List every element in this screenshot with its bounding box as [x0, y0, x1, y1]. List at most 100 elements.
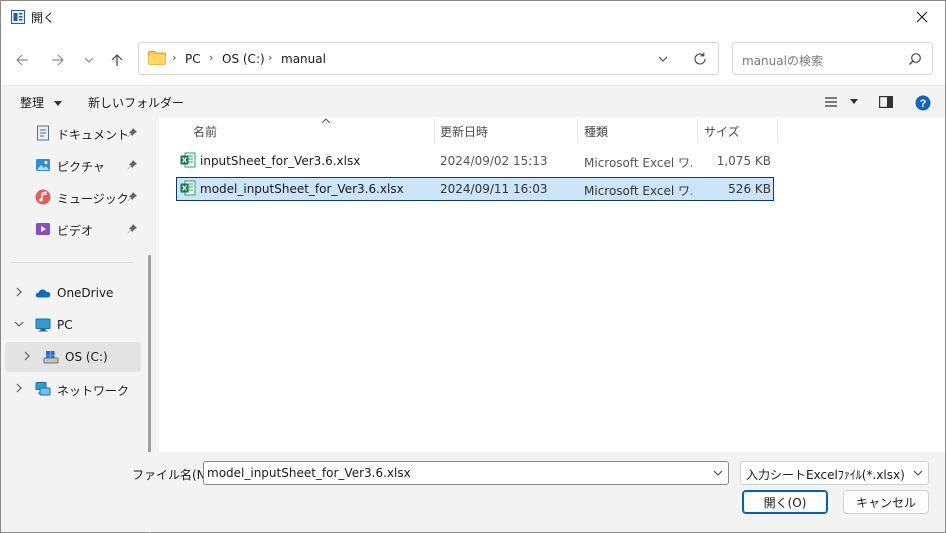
search-placeholder: manualの検索	[742, 54, 823, 68]
sidebar-item-label: OS (C:)	[65, 350, 108, 364]
filename-field[interactable]: model_inputSheet_for_Ver3.6.xlsx	[203, 461, 729, 485]
back-arrow-icon	[16, 54, 28, 66]
pc-icon	[35, 318, 51, 332]
file-type-value: 入力シートExcelﾌｧｲﾙ(*.xlsx)	[746, 468, 905, 482]
back-button[interactable]	[12, 50, 32, 70]
file-size: 526 KB	[728, 182, 771, 196]
file-size: 1,075 KB	[716, 154, 771, 168]
column-header-label: 種類	[584, 125, 609, 139]
list-view-icon	[825, 97, 837, 107]
music-icon	[35, 189, 51, 205]
file-type-select[interactable]: 入力シートExcelﾌｧｲﾙ(*.xlsx)	[740, 461, 929, 485]
network-icon	[35, 382, 51, 396]
breadcrumb-separator-icon: ›	[172, 51, 177, 64]
caret-down-icon	[850, 99, 858, 104]
up-arrow-icon	[111, 54, 123, 66]
sidebar-item-os-drive[interactable]: OS (C:)	[5, 342, 141, 372]
filename-value: model_inputSheet_for_Ver3.6.xlsx	[207, 466, 411, 480]
close-icon	[916, 11, 928, 23]
column-divider[interactable]	[777, 119, 778, 143]
forward-button[interactable]	[48, 50, 68, 70]
recent-locations-button[interactable]	[79, 50, 99, 70]
file-row-selected[interactable]: model_inputSheet_for_Ver3.6.xlsx 2024/09…	[176, 177, 774, 201]
chevron-down-icon[interactable]	[712, 467, 724, 479]
column-header-type[interactable]: 種類	[578, 117, 696, 143]
column-header-name[interactable]: 名前	[176, 117, 434, 143]
sidebar-item-onedrive[interactable]: OneDrive	[1, 278, 141, 308]
drive-icon	[43, 351, 59, 364]
up-button[interactable]	[107, 50, 127, 70]
chevron-down-icon[interactable]	[656, 52, 670, 66]
file-date: 2024/09/02 15:13	[440, 154, 548, 168]
pin-icon[interactable]	[127, 128, 137, 138]
pin-icon[interactable]	[127, 224, 137, 234]
open-button[interactable]: 開く(O)	[742, 490, 828, 514]
file-name: inputSheet_for_Ver3.6.xlsx	[200, 154, 361, 168]
sidebar-item-music[interactable]: ミュージック	[1, 182, 141, 212]
dialog-footer: ファイル名(N): model_inputSheet_for_Ver3.6.xl…	[1, 452, 945, 532]
chevron-right-icon[interactable]	[22, 351, 32, 361]
pin-icon[interactable]	[127, 192, 137, 202]
file-type: Microsoft Excel ワ...	[584, 156, 692, 170]
column-header-label: 更新日時	[440, 125, 489, 139]
sidebar-item-label: ビデオ	[57, 224, 94, 238]
sidebar-item-pc[interactable]: PC	[1, 310, 141, 340]
breadcrumb-separator-icon: ›	[268, 51, 273, 64]
search-box[interactable]: manualの検索	[732, 42, 933, 75]
file-name: model_inputSheet_for_Ver3.6.xlsx	[200, 182, 404, 196]
open-file-dialog: 開く › PC › OS (C:) › manual manualの検索 整理 …	[0, 0, 946, 533]
chevron-down-icon[interactable]	[14, 319, 24, 329]
navigation-pane: ドキュメント ピクチャ ミュージック ビデオ OneDrive PC OS (C…	[1, 117, 159, 533]
file-type: Microsoft Excel ワ...	[584, 184, 692, 198]
svg-text:?: ?	[920, 98, 927, 110]
close-button[interactable]	[899, 1, 945, 33]
chevron-right-icon[interactable]	[14, 287, 24, 297]
forward-arrow-icon	[52, 54, 64, 66]
sidebar-item-label: ネットワーク	[57, 384, 130, 398]
sidebar-item-label: ミュージック	[57, 192, 129, 206]
search-icon	[909, 53, 921, 65]
breadcrumb-separator-icon: ›	[209, 51, 214, 64]
cancel-button[interactable]: キャンセル	[843, 490, 929, 514]
file-date: 2024/09/11 16:03	[440, 182, 548, 196]
chevron-right-icon[interactable]	[14, 383, 24, 393]
column-header-date[interactable]: 更新日時	[435, 117, 577, 143]
excel-file-icon	[180, 152, 196, 168]
videos-icon	[36, 223, 50, 235]
sidebar-item-network[interactable]: ネットワーク	[1, 374, 141, 404]
sort-ascending-icon	[321, 118, 331, 124]
sidebar-item-label: ピクチャ	[57, 160, 105, 174]
sidebar-item-label: PC	[57, 318, 73, 332]
sidebar-item-documents[interactable]: ドキュメント	[1, 118, 141, 148]
refresh-icon[interactable]	[692, 51, 708, 67]
file-row[interactable]: inputSheet_for_Ver3.6.xlsx 2024/09/02 15…	[176, 149, 774, 173]
folder-icon	[148, 51, 166, 65]
sidebar-item-pictures[interactable]: ピクチャ	[1, 150, 141, 180]
caret-down-icon	[53, 100, 62, 106]
pin-icon[interactable]	[127, 160, 137, 170]
address-bar[interactable]: › PC › OS (C:) › manual	[138, 42, 719, 75]
excel-file-icon	[180, 180, 196, 196]
new-folder-button[interactable]: 新しいフォルダー	[88, 94, 184, 111]
sidebar-divider	[11, 262, 133, 263]
documents-icon	[37, 125, 49, 141]
pictures-icon	[36, 159, 50, 171]
command-bar: 整理 新しいフォルダー ?	[1, 85, 945, 117]
window-title: 開く	[31, 11, 56, 25]
preview-pane-icon[interactable]	[879, 96, 893, 108]
navigation-bar: › PC › OS (C:) › manual manualの検索	[1, 33, 945, 85]
title-bar: 開く	[1, 1, 945, 33]
chevron-down-icon	[913, 470, 923, 476]
column-header-size[interactable]: サイズ	[698, 117, 776, 143]
sidebar-item-label: OneDrive	[57, 286, 114, 300]
breadcrumb-drive[interactable]: OS (C:)	[222, 52, 265, 66]
column-header-label: 名前	[193, 125, 218, 139]
organize-button[interactable]: 整理	[20, 94, 62, 111]
help-icon[interactable]: ?	[915, 95, 931, 111]
organize-label: 整理	[20, 96, 45, 110]
breadcrumb-pc[interactable]: PC	[185, 52, 201, 66]
breadcrumb-folder[interactable]: manual	[281, 52, 326, 66]
column-header-label: サイズ	[704, 125, 740, 139]
sidebar-item-videos[interactable]: ビデオ	[1, 214, 141, 244]
view-options-button[interactable]	[824, 96, 858, 111]
